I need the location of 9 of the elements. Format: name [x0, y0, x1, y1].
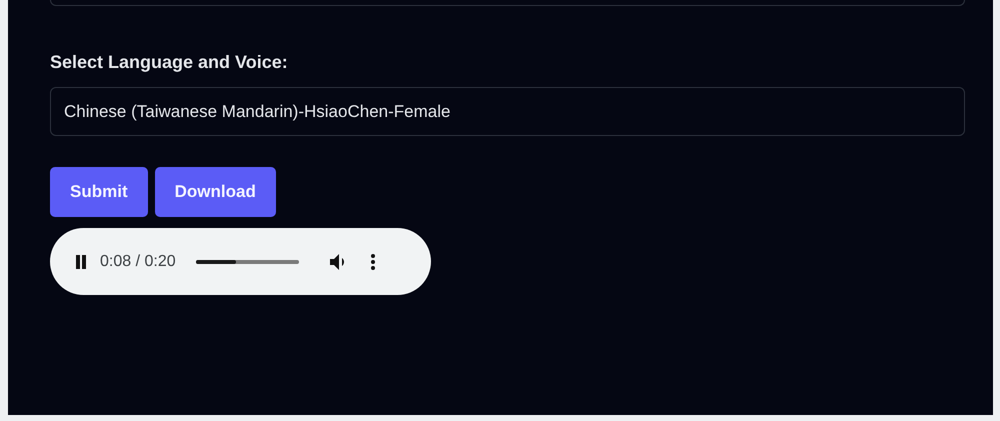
pause-icon[interactable]: [74, 254, 88, 268]
field-label: Select Language and Voice:: [50, 52, 289, 73]
text-field[interactable]: [50, 0, 965, 6]
download-button[interactable]: Download: [154, 167, 276, 217]
seek-track[interactable]: [196, 260, 299, 264]
voice-select[interactable]: Chinese (Taiwanese Mandarin)-HsiaoChen-Female: [50, 87, 965, 136]
more-icon[interactable]: [370, 254, 375, 270]
submit-button[interactable]: Submit: [50, 167, 148, 217]
time-readout: 0:08 / 0:20: [100, 252, 176, 270]
